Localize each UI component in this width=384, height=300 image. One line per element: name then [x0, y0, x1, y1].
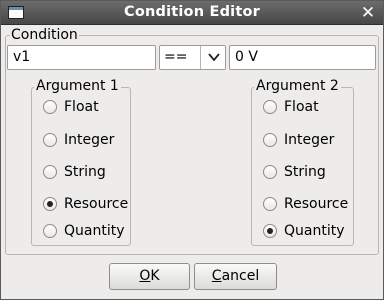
option-label: Integer [64, 132, 115, 148]
option-label: Resource [64, 196, 129, 212]
operator-combobox[interactable]: == [159, 45, 226, 70]
option-label: String [284, 164, 326, 180]
radio-button[interactable] [263, 133, 277, 147]
cancel-button[interactable]: Cancel [194, 263, 277, 290]
chevron-down-icon[interactable] [206, 49, 222, 65]
argument2-option-resource[interactable]: Resource [263, 194, 348, 214]
radio-button[interactable] [263, 165, 277, 179]
argument2-option-integer[interactable]: Integer [263, 130, 334, 150]
ok-button[interactable]: OK [109, 263, 190, 290]
radio-button[interactable] [43, 224, 57, 238]
argument1-option-integer[interactable]: Integer [43, 130, 114, 150]
option-label: Float [284, 99, 319, 115]
option-label: Quantity [284, 223, 345, 239]
option-label: Resource [284, 196, 349, 212]
argument1-option-resource[interactable]: Resource [43, 194, 128, 214]
radio-button[interactable] [43, 133, 57, 147]
argument1-option-quantity[interactable]: Quantity [43, 221, 125, 241]
condition-editor-dialog: Condition Editor ✕ Condition v1 == 0 V A… [0, 0, 384, 300]
argument1-option-string[interactable]: String [43, 162, 106, 182]
close-icon[interactable]: ✕ [358, 3, 378, 23]
left-operand-input[interactable]: v1 [7, 45, 156, 70]
title-bar[interactable]: Condition Editor ✕ [1, 1, 383, 25]
radio-button[interactable] [263, 197, 277, 211]
operator-value: == [164, 49, 188, 65]
option-label: Quantity [64, 223, 125, 239]
option-label: Float [64, 99, 99, 115]
ok-label-rest: K [150, 268, 160, 284]
argument2-option-string[interactable]: String [263, 162, 326, 182]
radio-button[interactable] [43, 197, 57, 211]
radio-button[interactable] [263, 224, 277, 238]
argument1-label: Argument 1 [34, 78, 121, 94]
argument2-option-float[interactable]: Float [263, 97, 319, 117]
radio-button[interactable] [43, 100, 57, 114]
ok-mnemonic: O [139, 268, 151, 284]
argument1-option-float[interactable]: Float [43, 97, 99, 117]
radio-button[interactable] [263, 100, 277, 114]
option-label: Integer [284, 132, 335, 148]
right-operand-input[interactable]: 0 V [229, 45, 376, 70]
cancel-mnemonic: C [211, 268, 222, 284]
argument2-label: Argument 2 [254, 78, 341, 94]
cancel-label-rest: ancel [221, 268, 260, 284]
radio-button[interactable] [43, 165, 57, 179]
window-title: Condition Editor [123, 4, 260, 20]
condition-label: Condition [10, 27, 79, 43]
argument2-option-quantity[interactable]: Quantity [263, 221, 345, 241]
option-label: String [64, 164, 106, 180]
combo-separator [200, 46, 201, 69]
